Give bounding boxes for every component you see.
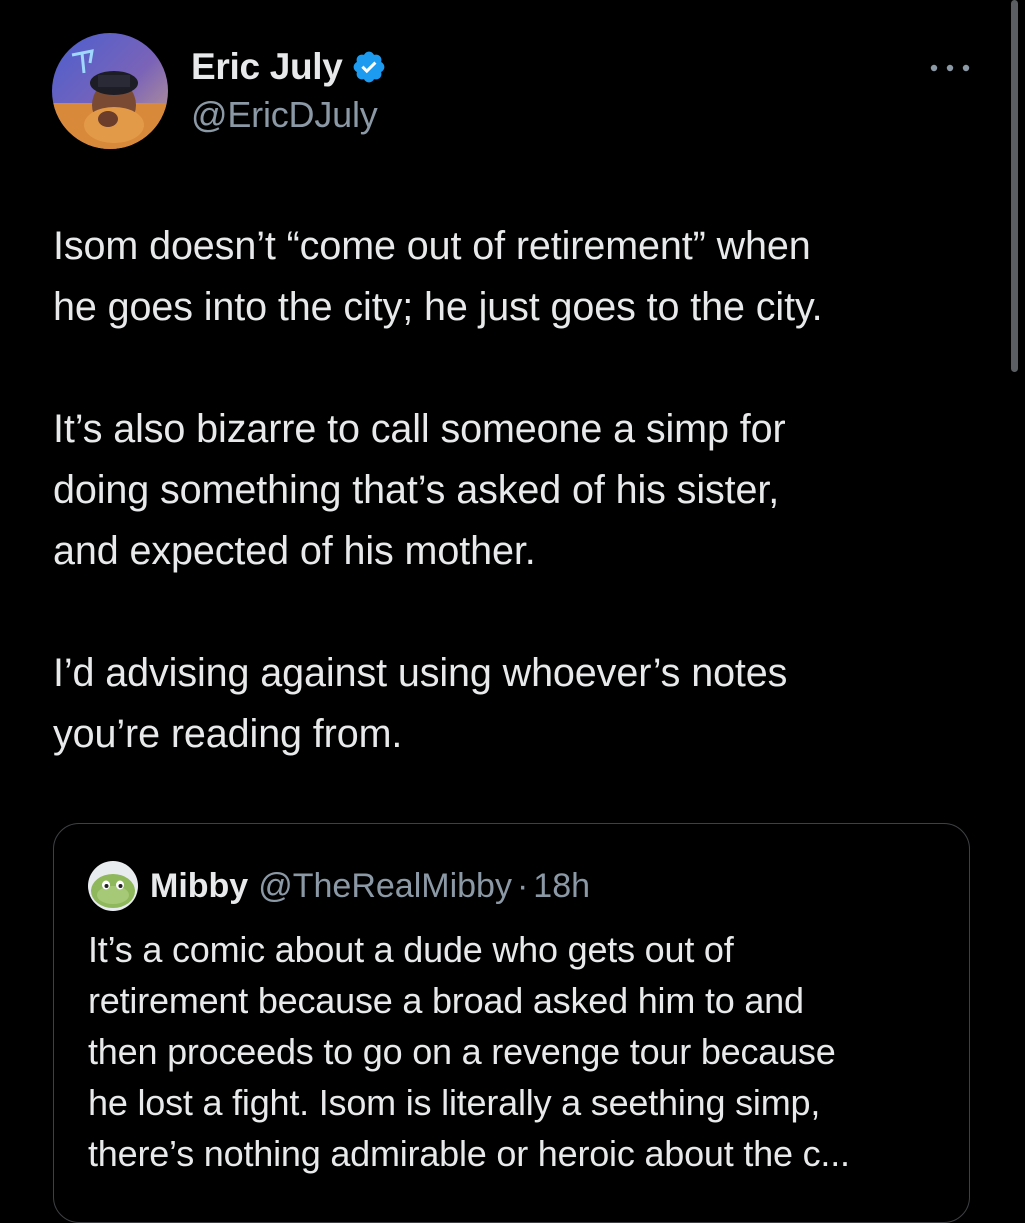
quoted-tweet-text: It’s a comic about a dude who gets out o…	[88, 924, 948, 1179]
quoted-author-handle[interactable]: @TheRealMibby	[258, 867, 512, 906]
verified-badge-icon	[353, 51, 384, 83]
author-name-row[interactable]: Eric July	[191, 44, 387, 90]
quoted-tweet-card[interactable]: Mibby @TheRealMibby · 18h It’s a comic a…	[53, 823, 970, 1223]
tweet-paragraph: It’s also bizarre to call someone a simp…	[53, 407, 786, 573]
quoted-tweet-time[interactable]: 18h	[533, 867, 590, 906]
tweet: Eric July @EricDJuly Isom doesn’t “come …	[0, 0, 1025, 1223]
author-avatar[interactable]	[52, 33, 168, 149]
scrollbar[interactable]	[1011, 0, 1018, 372]
quoted-text-line: there’s nothing admirable or heroic abou…	[88, 1133, 850, 1174]
more-options-button[interactable]	[926, 56, 974, 80]
green-cartoon-avatar-icon	[88, 861, 138, 911]
quoted-tweet-header: Mibby @TheRealMibby · 18h	[88, 861, 590, 911]
tweet-text: Isom doesn’t “come out of retirement” wh…	[53, 216, 983, 765]
tweet-paragraph: Isom doesn’t “come out of retirement” wh…	[53, 224, 823, 329]
quoted-author-name[interactable]: Mibby	[150, 867, 248, 906]
separator-dot: ·	[516, 866, 529, 905]
quoted-author-avatar[interactable]	[88, 861, 138, 911]
quoted-text-line: then proceeds to go on a revenge tour be…	[88, 1031, 836, 1072]
avatar-photo-icon	[52, 33, 168, 149]
quoted-text-line: It’s a comic about a dude who gets out o…	[88, 929, 734, 970]
tweet-paragraph: I’d advising against using whoever’s not…	[53, 651, 788, 756]
more-options-icon	[930, 64, 970, 72]
quoted-text-line: he lost a fight. Isom is literally a see…	[88, 1082, 821, 1123]
author-handle[interactable]: @EricDJuly	[191, 94, 378, 136]
quoted-text-line: retirement because a broad asked him to …	[88, 980, 804, 1021]
author-name[interactable]: Eric July	[191, 46, 343, 88]
